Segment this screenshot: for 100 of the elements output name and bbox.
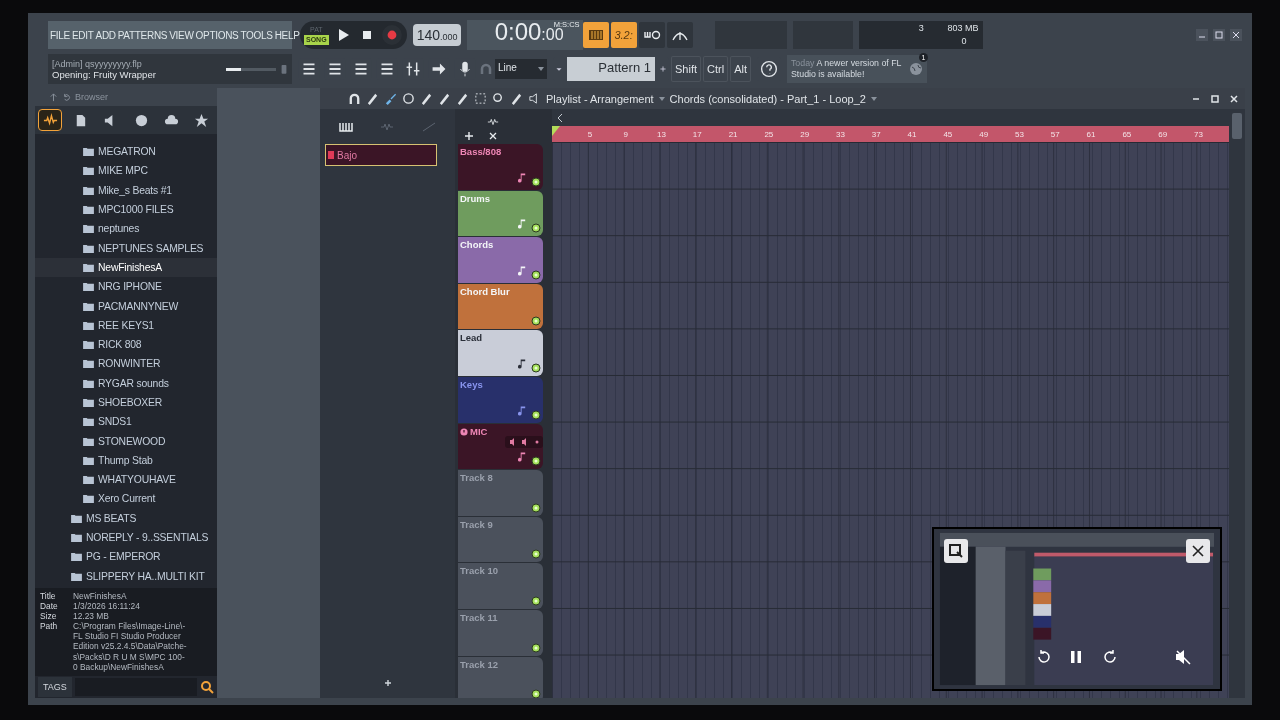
- track-enabled-led[interactable]: [531, 223, 541, 234]
- caret-icon[interactable]: [870, 96, 877, 101]
- menu-item[interactable]: TOOLS: [240, 29, 273, 41]
- back-icon[interactable]: [62, 92, 71, 102]
- track-enabled-led[interactable]: [531, 362, 541, 373]
- track-header[interactable]: MIC: [458, 423, 543, 470]
- track-header[interactable]: Bass/808: [458, 144, 543, 190]
- timeline-ruler[interactable]: 5 9 13 17 21 25 29 33 37 41 45 49 53 57 61 65 69 73: [552, 126, 1229, 142]
- folder-item[interactable]: neptunes: [35, 219, 217, 239]
- menu-item[interactable]: FILE: [50, 29, 70, 41]
- modifier-key-button[interactable]: Alt: [730, 56, 751, 82]
- track-enabled-led[interactable]: [531, 176, 541, 187]
- keyboard-toggle[interactable]: [582, 22, 609, 48]
- brush-icon[interactable]: [384, 92, 397, 105]
- snap-dropdown[interactable]: Line: [495, 59, 547, 79]
- menu-item[interactable]: PATTERNS: [117, 29, 168, 41]
- track-header[interactable]: Chord Blur: [458, 283, 543, 330]
- search-icon[interactable]: [200, 680, 214, 694]
- up-arrow-icon[interactable]: [49, 92, 58, 102]
- loop-toggle[interactable]: [638, 22, 665, 48]
- menu-item[interactable]: ADD: [95, 29, 116, 41]
- maximize-icon[interactable]: [1210, 93, 1220, 104]
- folder-item[interactable]: MS BEATS: [35, 508, 217, 528]
- folder-item[interactable]: SLIPPERY HA..MULTI KIT: [35, 566, 217, 586]
- folder-item[interactable]: NRG IPHONE: [35, 277, 217, 297]
- record-arm-icon[interactable]: [460, 427, 468, 436]
- folder-item[interactable]: REE KEYS1: [35, 315, 217, 335]
- track-enabled-led[interactable]: [531, 502, 541, 513]
- folder-item[interactable]: RONWINTER: [35, 354, 217, 374]
- modifier-key-button[interactable]: Shift: [671, 56, 701, 82]
- pencil-icon[interactable]: [366, 92, 379, 105]
- modifier-key-button[interactable]: Ctrl: [703, 56, 729, 82]
- track-enabled-led[interactable]: [531, 456, 541, 467]
- folder-item[interactable]: STONEWOOD: [35, 431, 217, 451]
- add-icon[interactable]: [382, 678, 393, 688]
- pattern-clip-item[interactable]: Bajo: [325, 144, 437, 166]
- countdown-toggle[interactable]: 3.2:: [610, 22, 637, 48]
- folder-item[interactable]: MPC1000 FILES: [35, 199, 217, 220]
- vertical-scrollbar[interactable]: [1229, 109, 1245, 698]
- track-header[interactable]: Chords: [458, 237, 543, 283]
- globe-icon[interactable]: [908, 62, 923, 76]
- knob-icon[interactable]: [280, 63, 288, 75]
- playlist-context[interactable]: Chords (consolidated) - Part_1 - Loop_2: [669, 92, 866, 105]
- track-header[interactable]: Lead: [458, 330, 543, 376]
- folder-item[interactable]: MEGATRON: [35, 142, 217, 162]
- folder-item[interactable]: RICK 808: [35, 334, 217, 355]
- folder-item[interactable]: PACMANNYNEW: [35, 296, 217, 316]
- menu-item[interactable]: EDIT: [71, 29, 94, 41]
- record-icon[interactable]: [380, 24, 403, 46]
- track-enabled-led[interactable]: [531, 269, 541, 280]
- tempo-field[interactable]: 140.000: [412, 24, 461, 46]
- all-tab[interactable]: [38, 109, 63, 131]
- menu-item[interactable]: VIEW: [169, 29, 194, 41]
- expand-button[interactable]: [944, 539, 968, 563]
- folder-item[interactable]: PG - EMPEROR: [35, 547, 217, 567]
- zoom-icon[interactable]: [492, 92, 505, 105]
- menu-item[interactable]: OPTIONS: [195, 29, 239, 41]
- waveform-icon[interactable]: [487, 117, 499, 127]
- track-enabled-led[interactable]: [531, 409, 541, 420]
- folder-item[interactable]: NOREPLY - 9..SSENTIALS: [35, 527, 217, 548]
- folder-item[interactable]: WHATYOUHAVE: [35, 470, 217, 490]
- track-controls[interactable]: [505, 435, 543, 448]
- music-note-icon: [518, 218, 527, 231]
- folder-item[interactable]: Thump Stab: [35, 450, 217, 471]
- menu-item[interactable]: HELP: [274, 29, 300, 41]
- folder-item[interactable]: NEPTUNES SAMPLES: [35, 238, 217, 258]
- cut-icon[interactable]: [487, 131, 499, 141]
- close-icon[interactable]: [1229, 93, 1239, 104]
- close-icon[interactable]: [1229, 28, 1243, 42]
- tags-button[interactable]: TAGS: [38, 677, 72, 697]
- folder-item[interactable]: RYGAR sounds: [35, 373, 217, 393]
- muted-speaker-icon[interactable]: [1175, 649, 1191, 665]
- piano-icon[interactable]: [338, 121, 353, 132]
- folder-item[interactable]: Mike_s Beats #1: [35, 180, 217, 200]
- caret-icon[interactable]: [658, 96, 665, 101]
- folder-item[interactable]: SNDS1: [35, 412, 217, 432]
- pattern-selector[interactable]: Pattern 1: [567, 57, 655, 81]
- add-icon[interactable]: [463, 131, 475, 141]
- folder-item[interactable]: NewFinishesA: [35, 257, 217, 278]
- folder-item[interactable]: Xero Current: [35, 489, 217, 509]
- track-header[interactable]: Keys: [458, 376, 543, 423]
- track-enabled-led[interactable]: [531, 549, 541, 560]
- select-icon[interactable]: [474, 92, 487, 105]
- pause-icon[interactable]: [1068, 649, 1084, 665]
- forward-icon[interactable]: [1102, 649, 1118, 665]
- folder-item[interactable]: SHOEBOXER: [35, 392, 217, 413]
- rewind-icon[interactable]: [1036, 649, 1052, 665]
- folder-item[interactable]: MIKE MPC: [35, 161, 217, 181]
- track-enabled-led[interactable]: [531, 689, 541, 698]
- delete-icon[interactable]: [402, 92, 415, 105]
- metronome-toggle[interactable]: [666, 22, 693, 48]
- scroll-left-icon[interactable]: [557, 112, 563, 123]
- maximize-icon[interactable]: [1212, 28, 1226, 42]
- track-enabled-led[interactable]: [531, 316, 541, 327]
- track-enabled-led[interactable]: [531, 642, 541, 653]
- close-button[interactable]: [1186, 539, 1210, 563]
- minimize-icon[interactable]: [1195, 28, 1209, 42]
- master-volume-slider[interactable]: [226, 67, 276, 71]
- horizontal-scrollbar[interactable]: [552, 109, 1229, 126]
- track-enabled-led[interactable]: [531, 595, 541, 606]
